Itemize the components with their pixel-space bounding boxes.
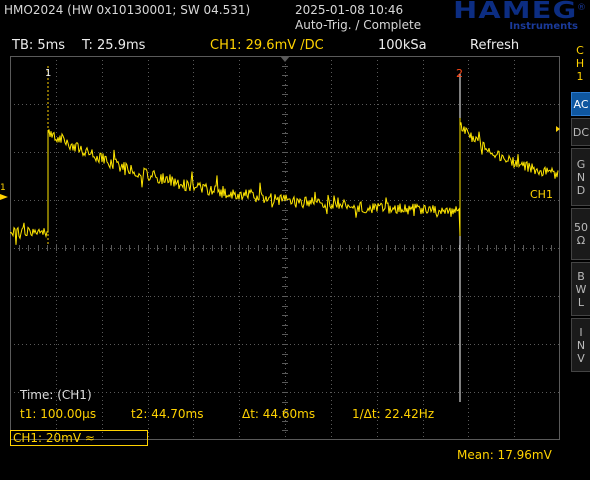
cursor-t2: t2: 44.70ms	[131, 407, 204, 421]
trigger-status: Auto-Trig. / Complete	[295, 18, 422, 32]
cursor-inverse-delta-t: 1/Δt: 22.42Hz	[352, 407, 435, 421]
coupling-button-text: 50	[574, 221, 588, 234]
trigger-time[interactable]: T: 25.9ms	[82, 38, 145, 54]
coupling-button-text: AC	[573, 97, 589, 111]
cursor-2-marker[interactable]: 2	[456, 67, 463, 80]
channel-info-box[interactable]: CH1: 20mV ≈	[10, 430, 148, 446]
coupling-button-inv[interactable]: INV	[571, 318, 590, 372]
coupling-button-text: I	[579, 325, 583, 339]
ch1-ground-label: 1	[0, 183, 6, 193]
coupling-button-text: L	[577, 295, 585, 309]
acquisition-mode[interactable]: Refresh	[470, 38, 519, 54]
timebase[interactable]: TB: 5ms	[12, 38, 65, 54]
sidebar-ch-1: 1	[576, 70, 584, 83]
coupling-button-gnd[interactable]: GND	[571, 148, 590, 206]
datetime: 2025-01-08 10:46	[295, 3, 404, 17]
coupling-button-text: N	[576, 338, 586, 352]
cursor-t1: t1: 100.00µs	[20, 407, 97, 421]
logo-registered-mark: ®	[577, 3, 586, 13]
coupling-button-text: Ω	[576, 234, 586, 247]
cursor-delta-t: Δt: 44.60ms	[242, 407, 316, 421]
waveform-svg: 1 2	[9, 56, 561, 441]
coupling-button-text: N	[576, 170, 586, 184]
coupling-button-text: W	[575, 282, 587, 296]
cursor-title: Time: (CH1)	[20, 388, 92, 402]
sidebar-ch-h: H	[575, 57, 585, 70]
coupling-button-dc[interactable]: DC	[571, 118, 590, 146]
coupling-button-ac[interactable]: AC	[571, 92, 590, 116]
coupling-button-bwl[interactable]: BWL	[571, 262, 590, 316]
coupling-button-text: DC	[572, 125, 590, 139]
coupling-button-50[interactable]: 50 Ω	[571, 208, 590, 260]
coupling-button-text: V	[577, 351, 585, 365]
mean-measurement: Mean: 17.96mV	[457, 448, 552, 462]
waveform-display[interactable]: 1 2	[9, 56, 561, 441]
sidebar-ch-c: C	[576, 44, 584, 57]
sample-rate: 100kSa	[378, 38, 427, 53]
sidebar-channel-label: C H 1	[574, 44, 586, 83]
device-info: HMO2024 (HW 0x10130001; SW 04.531)	[4, 3, 251, 17]
coupling-button-text: D	[576, 183, 586, 197]
ch1-ground-marker	[0, 194, 8, 200]
trace-label-ch1: CH1	[530, 188, 553, 201]
cursor-1-marker[interactable]: 1	[45, 68, 51, 79]
channel-setting[interactable]: CH1: 29.6mV /DC	[210, 38, 324, 54]
coupling-button-text: G	[576, 157, 586, 171]
coupling-button-text: B	[577, 269, 585, 283]
hameg-logo: HAMEG ® Instruments	[416, 0, 590, 34]
logo-subtext: Instruments	[509, 21, 578, 32]
